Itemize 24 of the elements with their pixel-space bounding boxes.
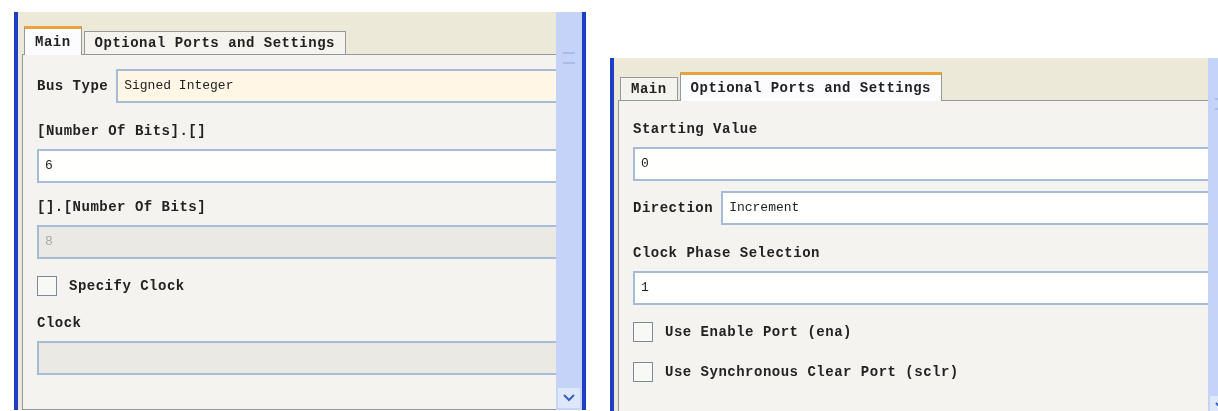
input-field[interactable]: 0: [633, 147, 1208, 181]
scrollbar[interactable]: [556, 12, 582, 410]
field-label: Bus Type: [37, 78, 109, 94]
tab[interactable]: Optional Ports and Settings: [679, 72, 942, 101]
checkbox-label[interactable]: Use Enable Port (ena): [665, 324, 852, 340]
input-field[interactable]: Increment: [721, 191, 1208, 225]
checkbox[interactable]: [633, 362, 653, 382]
tab[interactable]: Main: [24, 26, 82, 55]
field-label: Direction: [633, 200, 714, 216]
tab[interactable]: Optional Ports and Settings: [83, 31, 346, 54]
checkbox[interactable]: [37, 276, 57, 296]
input-field[interactable]: 6: [37, 149, 556, 183]
field-label: [].[Number Of Bits]: [37, 198, 208, 217]
tab[interactable]: Main: [620, 77, 678, 100]
checkbox-label[interactable]: Use Synchronous Clear Port (sclr): [665, 364, 959, 380]
checkbox[interactable]: [633, 322, 653, 342]
field-label: Clock Phase Selection: [633, 244, 821, 263]
field-label: [Number Of Bits].[]: [37, 122, 208, 141]
scroll-grip-icon: [563, 52, 575, 64]
field-label: Starting Value: [633, 120, 759, 139]
input-field[interactable]: 1: [633, 271, 1208, 305]
input-field[interactable]: Signed Integer: [116, 69, 556, 103]
field-label: Clock: [37, 314, 83, 333]
checkbox-label[interactable]: Specify Clock: [69, 278, 185, 294]
